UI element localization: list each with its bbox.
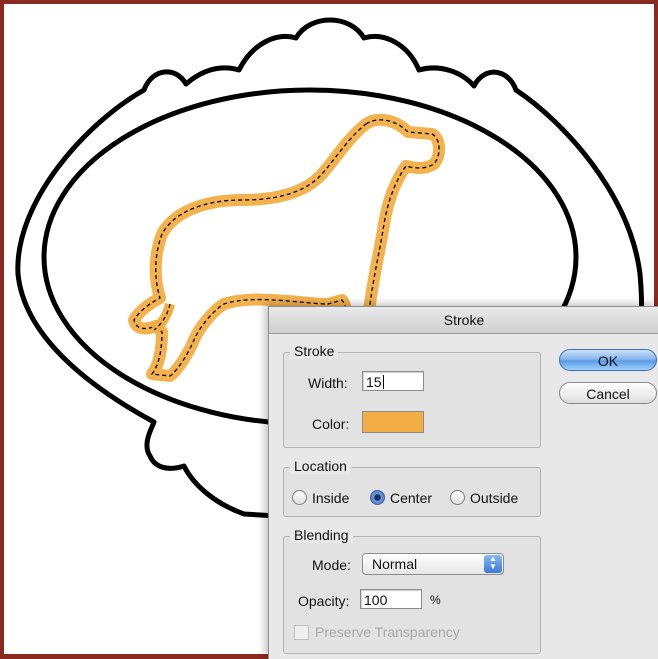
mode-value: Normal — [372, 556, 418, 572]
radio-center[interactable] — [370, 490, 385, 505]
opacity-value: 100 — [364, 592, 388, 608]
blending-group-legend: Blending — [290, 527, 353, 543]
stroke-group-legend: Stroke — [290, 343, 339, 359]
ok-button[interactable]: OK — [559, 349, 657, 371]
location-group: Location Inside Center Outside — [283, 458, 541, 517]
text-caret — [382, 375, 384, 389]
location-group-legend: Location — [290, 458, 351, 474]
width-input[interactable]: 15 — [362, 371, 424, 391]
mode-label: Mode: — [312, 557, 351, 573]
color-label: Color: — [312, 416, 350, 432]
radio-center-label: Center — [390, 490, 433, 506]
radio-inside-label: Inside — [312, 490, 350, 506]
updown-arrows-icon: ▲ ▼ — [484, 555, 502, 573]
opacity-unit: % — [430, 593, 441, 607]
mode-select[interactable]: Normal ▲ ▼ — [362, 553, 504, 575]
blending-group: Blending Mode: Normal ▲ ▼ Opacity: 100 % … — [283, 527, 541, 654]
preserve-transparency-checkbox[interactable] — [294, 625, 309, 640]
width-value: 15 — [366, 374, 382, 390]
opacity-label: Opacity: — [298, 593, 350, 609]
radio-outside-label: Outside — [470, 490, 519, 506]
stroke-dialog: Stroke Stroke Width: 15 Color: Location … — [268, 306, 658, 659]
width-label: Width: — [308, 375, 348, 391]
dialog-title: Stroke — [269, 307, 658, 334]
color-swatch[interactable] — [362, 411, 424, 433]
preserve-transparency-label: Preserve Transparency — [315, 624, 460, 640]
radio-outside[interactable] — [450, 490, 465, 505]
radio-inside[interactable] — [292, 490, 307, 505]
cancel-button[interactable]: Cancel — [559, 382, 657, 404]
dog-leg-stroke — [150, 302, 175, 334]
stroke-group: Stroke Width: 15 Color: — [283, 343, 541, 448]
opacity-input[interactable]: 100 — [360, 589, 422, 609]
